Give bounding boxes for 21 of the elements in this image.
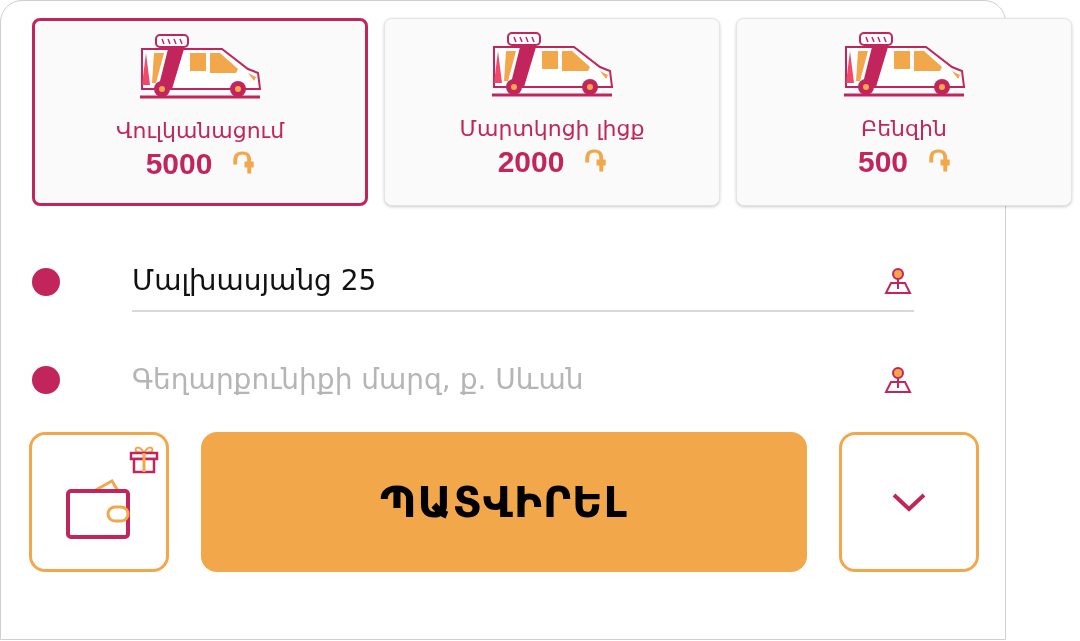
wallet-button[interactable]: [29, 432, 169, 572]
service-name: Վուլկանացում: [115, 117, 285, 145]
map-pin-icon[interactable]: [882, 265, 914, 297]
van-icon: [490, 31, 614, 97]
van-icon: [842, 31, 966, 97]
currency-sign: ֏: [928, 146, 951, 177]
currency-sign: ֏: [232, 148, 255, 179]
map-pin-icon[interactable]: [882, 364, 914, 396]
confirm-button[interactable]: ՊԱՏՎԻՐԵԼ: [201, 432, 807, 572]
service-price: 500: [857, 146, 909, 177]
van-icon: [138, 33, 262, 99]
service-price: 2000: [497, 146, 565, 177]
service-name: Բենզին: [861, 115, 947, 143]
service-name: Մարտկոցի լիցք: [459, 115, 645, 143]
service-card[interactable]: Բենզին 500 ֏: [736, 18, 1072, 206]
address-field[interactable]: Մալխասյանց 25: [132, 252, 914, 312]
service-card[interactable]: Մարտկոցի լիցք 2000 ֏: [384, 18, 720, 206]
service-card[interactable]: Վուլկանացում 5000 ֏: [32, 18, 368, 206]
service-price: 5000: [145, 148, 213, 179]
chevron-down-icon: [891, 492, 927, 512]
currency-sign: ֏: [584, 146, 607, 177]
